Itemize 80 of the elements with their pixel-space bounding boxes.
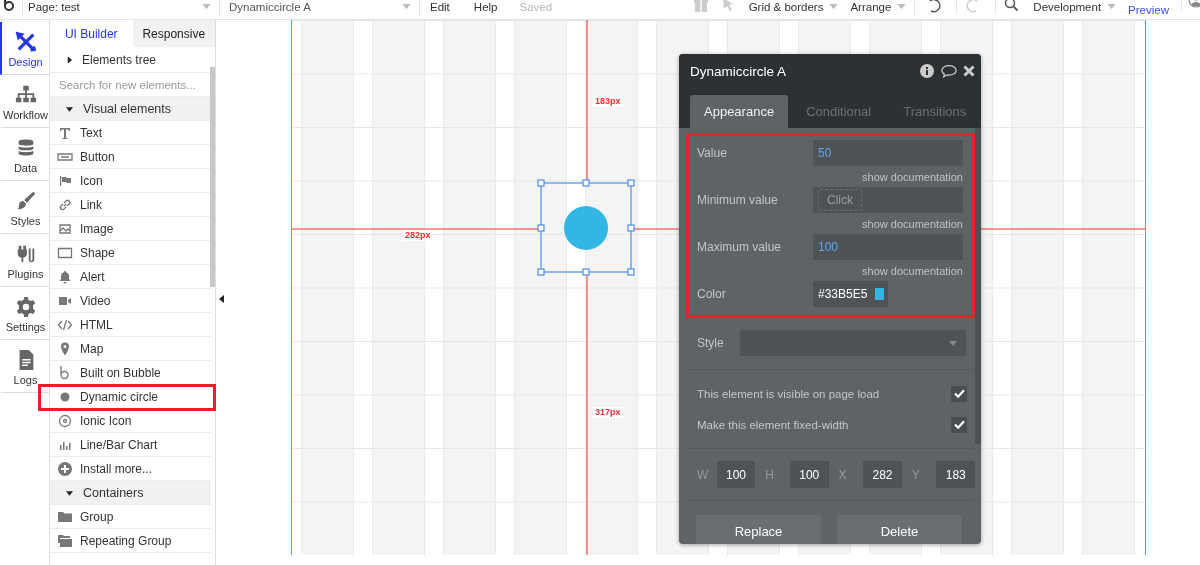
- field-label: X: [838, 467, 848, 482]
- element-item[interactable]: Dynamic circle: [50, 385, 211, 409]
- number-field[interactable]: 183: [936, 461, 975, 488]
- collapse-arrow-icon[interactable]: [219, 295, 224, 303]
- action-button[interactable]: Delete: [837, 515, 962, 544]
- sidebar-tab[interactable]: Logs: [0, 340, 49, 393]
- mode-dropdown[interactable]: Development: [1033, 0, 1117, 16]
- scrollbar[interactable]: [210, 67, 215, 287]
- number-field[interactable]: 100: [716, 461, 756, 488]
- caret-icon: [1107, 4, 1117, 9]
- save-status: Saved: [519, 0, 553, 15]
- grid-borders-dropdown[interactable]: Grid & borders: [748, 0, 839, 16]
- documentation-link[interactable]: show documentation: [862, 170, 963, 183]
- menu-item[interactable]: Help: [473, 0, 498, 16]
- menu-item[interactable]: Edit: [430, 0, 450, 16]
- field-label: Y: [911, 467, 921, 482]
- caret-icon: [202, 4, 211, 9]
- check-icon: [953, 420, 965, 429]
- element-dropdown[interactable]: Dynamiccircle A: [220, 0, 420, 16]
- caret-icon: [948, 340, 957, 346]
- sidebar-tab[interactable]: Plugins: [0, 234, 49, 287]
- element-item[interactable]: Video: [50, 289, 211, 313]
- caret-icon: [402, 4, 411, 9]
- sidebar-tab[interactable]: Design: [0, 22, 49, 75]
- documentation-link[interactable]: show documentation: [862, 217, 963, 230]
- element-item[interactable]: Group: [50, 505, 211, 529]
- avatar-icon[interactable]: [1181, 0, 1200, 11]
- expand-triangle-icon: [66, 104, 73, 113]
- bell-icon: [57, 268, 73, 285]
- field-label: H: [765, 467, 775, 482]
- folders-icon: [57, 532, 73, 549]
- comment-icon[interactable]: [941, 63, 957, 79]
- field-label: Minimum value: [697, 193, 778, 207]
- element-item[interactable]: Map: [50, 337, 211, 361]
- element-item[interactable]: Repeating Group: [50, 529, 211, 553]
- target-icon: [57, 412, 73, 429]
- preview-link[interactable]: Preview: [1128, 0, 1169, 19]
- palette-tab[interactable]: Responsive: [132, 20, 215, 47]
- action-button[interactable]: Replace: [696, 515, 821, 544]
- panel-tab[interactable]: Appearance: [690, 95, 789, 128]
- info-icon[interactable]: [919, 63, 935, 79]
- caret-icon: [897, 4, 907, 9]
- field-label: Value: [697, 146, 727, 160]
- distance-label: 317px: [593, 407, 623, 418]
- caret-icon: [829, 4, 839, 9]
- sidebar-tab[interactable]: Data: [0, 128, 49, 181]
- crossed-tools-icon: [14, 31, 37, 53]
- checkbox[interactable]: [951, 385, 967, 402]
- checkbox[interactable]: [951, 416, 967, 433]
- documentation-link[interactable]: show documentation: [862, 264, 963, 277]
- sidebar-tab[interactable]: Workflow: [0, 75, 49, 128]
- element-item[interactable]: HTML: [50, 313, 211, 337]
- sidebar-tab[interactable]: Styles: [0, 181, 49, 234]
- distance-label: 282px: [403, 230, 433, 241]
- gear-icon: [14, 296, 37, 318]
- checkbox-label: Make this element fixed-width: [697, 418, 849, 431]
- panel-title: Dynamiccircle A: [690, 63, 788, 79]
- sidebar-tab[interactable]: Settings: [0, 287, 49, 340]
- field-label: W: [697, 467, 710, 482]
- search-icon[interactable]: [995, 0, 1021, 14]
- close-icon[interactable]: [963, 65, 975, 77]
- distance-label: 183px: [593, 96, 623, 107]
- number-field[interactable]: 282: [863, 461, 902, 488]
- element-item[interactable]: Ionic Icon: [50, 409, 211, 433]
- checkbox-label: This element is visible on page load: [697, 387, 880, 400]
- number-field[interactable]: 100: [790, 461, 829, 488]
- color-field[interactable]: #33B5E5: [813, 281, 888, 307]
- field-label: Style: [697, 336, 724, 350]
- page-dropdown[interactable]: Page: test: [22, 0, 220, 16]
- section-header[interactable]: Containers: [50, 481, 211, 505]
- section-header[interactable]: Visual elements: [50, 97, 211, 121]
- check-icon: [953, 389, 965, 398]
- element-item[interactable]: Line/Bar Chart: [50, 433, 211, 457]
- scrollbar[interactable]: [975, 128, 981, 444]
- element-item[interactable]: Built on Bubble: [50, 361, 211, 385]
- expand-triangle-icon: [66, 488, 73, 497]
- field-label: Color: [697, 287, 726, 301]
- field-label: Maximum value: [697, 240, 782, 254]
- expand-triangle-icon: [66, 55, 73, 64]
- arrange-dropdown[interactable]: Arrange: [850, 0, 916, 16]
